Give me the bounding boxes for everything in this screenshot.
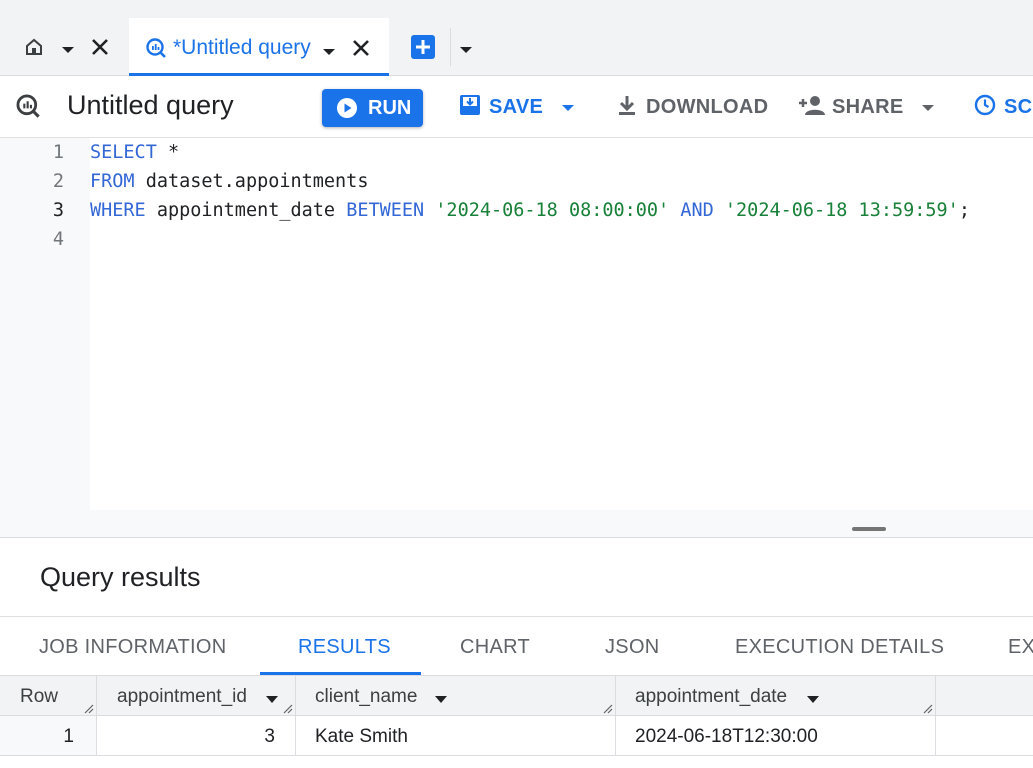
add-person-icon xyxy=(798,94,826,122)
column-header-row: Row xyxy=(20,686,59,707)
tab-execution-graph[interactable]: EX xyxy=(1008,636,1033,659)
close-tab-icon[interactable] xyxy=(351,38,371,63)
share-dropdown-icon xyxy=(921,96,935,118)
sql-identifier: * xyxy=(156,142,180,163)
query-results-title: Query results xyxy=(40,562,201,592)
query-tab-bar: *Untitled query xyxy=(0,0,1033,76)
sql-editor[interactable]: 1 SELECT * 2 FROM dataset.appointments 3 WHER… xyxy=(0,138,1033,538)
query-title: Untitled query xyxy=(67,90,234,120)
line-number: 4 xyxy=(52,229,64,250)
code-line[interactable]: 3 WHERE appointment_date BETWEEN '2024-06… xyxy=(0,196,1033,225)
client-name-cell[interactable]: Kate Smith xyxy=(296,716,616,755)
code-text: SELECT * xyxy=(90,138,179,167)
save-label: SAVE xyxy=(489,96,544,118)
column-resize-grip-icon[interactable] xyxy=(601,701,613,714)
column-header-appointment-id: appointment_id xyxy=(117,686,247,707)
column-resize-grip-icon[interactable] xyxy=(82,701,94,714)
run-button[interactable]: RUN xyxy=(322,89,423,127)
sort-dropdown-icon[interactable] xyxy=(806,692,820,710)
home-tab-dropdown-icon[interactable] xyxy=(61,42,75,60)
appointment-date-value: 2024-06-18T12:30:00 xyxy=(635,726,818,747)
column-header-client-name: client_name xyxy=(315,686,418,707)
table-row[interactable]: 1 3 Kate Smith 2024-06-18T12:30:00 xyxy=(0,716,1033,756)
query-icon xyxy=(15,93,41,124)
sql-identifier xyxy=(424,200,435,221)
sql-keyword: SELECT xyxy=(90,142,157,163)
results-tab-bar: JOB INFORMATION RESULTS CHART JSON EXECU… xyxy=(0,616,1033,676)
appointment-id-value: 3 xyxy=(264,726,275,747)
download-button[interactable]: DOWNLOAD xyxy=(616,96,768,119)
line-number: 1 xyxy=(52,142,64,163)
schedule-button[interactable]: SCH xyxy=(974,94,1033,122)
share-label: SHARE xyxy=(832,96,904,118)
code-text: FROM dataset.appointments xyxy=(90,167,368,196)
tab-json[interactable]: JSON xyxy=(605,636,660,659)
tab-execution-details[interactable]: EXECUTION DETAILS xyxy=(735,636,944,659)
tab-job-information[interactable]: JOB INFORMATION xyxy=(39,636,226,659)
save-button[interactable]: SAVE xyxy=(459,94,575,122)
appointment-id-cell[interactable]: 3 xyxy=(97,716,296,755)
line-number: 2 xyxy=(52,171,64,192)
column-resize-grip-icon[interactable] xyxy=(921,701,933,714)
line-number: 3 xyxy=(52,200,64,221)
active-tab-indicator xyxy=(260,672,421,675)
header-row-col[interactable]: Row xyxy=(0,676,97,715)
download-icon xyxy=(616,94,638,122)
close-home-tab-icon[interactable] xyxy=(90,37,110,62)
home-icon[interactable] xyxy=(24,37,44,62)
row-number-cell: 1 xyxy=(0,716,97,755)
clock-icon xyxy=(974,94,996,122)
query-tab-icon xyxy=(145,37,167,64)
play-icon xyxy=(336,97,358,125)
sort-dropdown-icon[interactable] xyxy=(265,692,279,710)
share-button[interactable]: SHARE xyxy=(798,96,935,119)
row-number: 1 xyxy=(63,726,74,747)
sql-identifier: dataset.appointments xyxy=(134,171,369,192)
code-line[interactable]: 1 SELECT * xyxy=(0,138,1033,167)
save-icon xyxy=(459,94,481,122)
sql-identifier xyxy=(669,200,680,221)
appointment-date-cell[interactable]: 2024-06-18T12:30:00 xyxy=(616,716,936,755)
more-tabs-dropdown-icon[interactable] xyxy=(459,42,473,60)
tab-results[interactable]: RESULTS xyxy=(298,636,391,659)
sql-identifier: ; xyxy=(958,200,970,221)
client-name-value: Kate Smith xyxy=(315,726,408,747)
save-dropdown-icon xyxy=(561,96,575,118)
run-label: RUN xyxy=(368,97,412,119)
sql-keyword: WHERE xyxy=(90,200,146,221)
tab-chart[interactable]: CHART xyxy=(460,636,530,659)
sql-string: '2024-06-18 13:59:59' xyxy=(724,200,959,221)
tab-dropdown-icon[interactable] xyxy=(322,44,336,62)
header-client-name-col[interactable]: client_name xyxy=(296,676,616,715)
query-toolbar: Untitled query RUN SAVE DOWNLOAD SHARE S… xyxy=(0,76,1033,138)
code-text: WHERE appointment_date BETWEEN '2024-06-… xyxy=(90,196,970,225)
editor-resize-handle[interactable] xyxy=(852,527,886,531)
sort-dropdown-icon[interactable] xyxy=(434,692,448,710)
header-appointment-id-col[interactable]: appointment_id xyxy=(97,676,296,715)
column-resize-grip-icon[interactable] xyxy=(281,701,293,714)
results-table-header: Row appointment_id client_name appointme… xyxy=(0,676,1033,716)
schedule-label: SCH xyxy=(1004,96,1033,118)
sql-keyword: FROM xyxy=(90,171,135,192)
download-label: DOWNLOAD xyxy=(646,96,769,118)
column-header-appointment-date: appointment_date xyxy=(635,686,788,707)
sql-identifier: appointment_date xyxy=(145,200,347,221)
code-line[interactable]: 4 xyxy=(0,225,1033,254)
code-line[interactable]: 2 FROM dataset.appointments xyxy=(0,167,1033,196)
header-appointment-date-col[interactable]: appointment_date xyxy=(616,676,936,715)
tab-divider xyxy=(450,28,451,66)
new-tab-plus-icon[interactable] xyxy=(411,35,435,64)
sql-keyword: BETWEEN xyxy=(346,200,425,221)
sql-string: '2024-06-18 08:00:00' xyxy=(435,200,670,221)
sql-keyword: AND xyxy=(680,200,714,221)
tab-untitled-query[interactable]: *Untitled query xyxy=(129,18,389,76)
sql-identifier xyxy=(714,200,725,221)
tab-title: *Untitled query xyxy=(173,36,311,59)
